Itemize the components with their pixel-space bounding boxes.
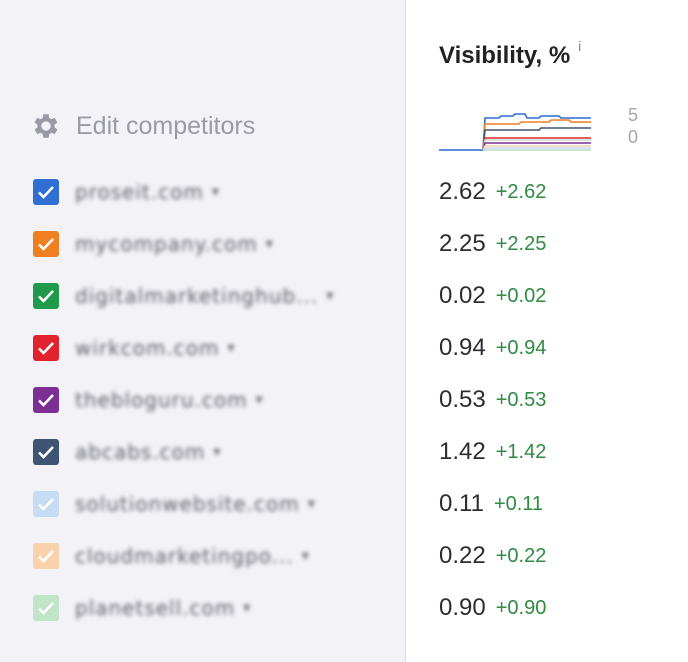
competitor-checkbox[interactable] [33, 283, 59, 309]
axis-bottom-label: 0 [628, 127, 639, 147]
visibility-row: 0.22 +0.22 [406, 530, 688, 582]
checkmark-icon [38, 498, 54, 511]
axis-top-label: 5 [628, 105, 639, 125]
chevron-down-icon: ▾ [301, 548, 310, 564]
visibility-header[interactable]: Visibility, % i [439, 38, 581, 70]
visibility-row: 0.53 +0.53 [406, 374, 688, 426]
competitor-row: cloudmarketingpo... ▾ [0, 530, 405, 582]
visibility-row: 1.42 +1.42 [406, 426, 688, 478]
competitor-checkbox[interactable] [33, 231, 59, 257]
competitor-domain: planetsell.com [75, 596, 236, 620]
visibility-header-label: Visibility, % [439, 42, 571, 69]
sparkline-axis: 5 0 [628, 104, 638, 148]
visibility-delta: +0.02 [495, 284, 547, 307]
competitor-checkbox[interactable] [33, 491, 59, 517]
competitor-domain: thebloguru.com [75, 388, 248, 412]
info-icon[interactable]: i [578, 38, 581, 54]
visibility-sparkline [439, 113, 591, 151]
visibility-delta: +2.25 [495, 232, 547, 255]
competitor-row: mycompany.com ▾ [0, 218, 405, 270]
visibility-value: 1.42 [439, 438, 486, 465]
competitor-row: thebloguru.com ▾ [0, 374, 405, 426]
competitor-domain: cloudmarketingpo... [75, 544, 294, 568]
edit-competitors-button[interactable]: Edit competitors [30, 110, 255, 142]
visibility-delta: +0.94 [495, 336, 547, 359]
visibility-value: 0.22 [439, 542, 486, 569]
competitor-domain-menu[interactable]: proseit.com ▾ [75, 180, 220, 204]
checkmark-icon [38, 290, 54, 303]
competitor-row: abcabs.com ▾ [0, 426, 405, 478]
competitor-checkbox[interactable] [33, 179, 59, 205]
competitor-domain-menu[interactable]: wirkcom.com ▾ [75, 336, 236, 360]
competitor-domain: proseit.com [75, 180, 204, 204]
checkmark-icon [38, 342, 54, 355]
edit-competitors-label: Edit competitors [76, 111, 256, 140]
visibility-value: 0.11 [439, 490, 484, 517]
competitor-domain-menu[interactable]: digitalmarketinghub... ▾ [75, 284, 335, 308]
visibility-delta: +0.53 [495, 388, 547, 411]
checkmark-icon [38, 186, 54, 199]
visibility-row: 0.02 +0.02 [406, 270, 688, 322]
visibility-row: 0.90 +0.90 [406, 582, 688, 634]
visibility-value: 2.25 [439, 230, 486, 257]
competitor-domain-menu[interactable]: cloudmarketingpo... ▾ [75, 544, 310, 568]
competitor-domain-menu[interactable]: thebloguru.com ▾ [75, 388, 264, 412]
competitor-checkbox[interactable] [33, 335, 59, 361]
visibility-delta: +0.22 [495, 544, 547, 567]
visibility-row: 2.62 +2.62 [406, 166, 688, 218]
visibility-delta: +0.90 [495, 596, 547, 619]
visibility-value: 0.02 [439, 282, 486, 309]
chevron-down-icon: ▾ [243, 600, 252, 616]
gear-icon [30, 110, 62, 142]
competitor-checkbox[interactable] [33, 387, 59, 413]
competitors-panel: Edit competitors proseit.com ▾ mycompany.… [0, 0, 406, 662]
competitor-domain: solutionwebsite.com [75, 492, 300, 516]
checkmark-icon [38, 602, 54, 615]
competitor-domain: abcabs.com [75, 440, 206, 464]
competitor-domain: mycompany.com [75, 232, 258, 256]
checkmark-icon [38, 394, 54, 407]
competitor-checkbox[interactable] [33, 439, 59, 465]
competitor-row: solutionwebsite.com ▾ [0, 478, 405, 530]
visibility-value: 0.94 [439, 334, 486, 361]
chevron-down-icon: ▾ [211, 184, 220, 200]
visibility-row: 0.94 +0.94 [406, 322, 688, 374]
visibility-values: 2.62 +2.62 2.25 +2.25 0.02 +0.02 0.94 +0.94 … [406, 166, 688, 634]
visibility-value: 0.90 [439, 594, 486, 621]
competitor-domain-menu[interactable]: mycompany.com ▾ [75, 232, 274, 256]
checkmark-icon [38, 446, 54, 459]
competitor-row: proseit.com ▾ [0, 166, 405, 218]
chevron-down-icon: ▾ [326, 288, 335, 304]
visibility-value: 2.62 [439, 178, 486, 205]
visibility-delta: +2.62 [495, 180, 547, 203]
competitor-checkbox[interactable] [33, 595, 59, 621]
chevron-down-icon: ▾ [213, 444, 222, 460]
visibility-delta: +0.11 [493, 492, 544, 515]
visibility-value: 0.53 [439, 386, 486, 413]
competitor-domain-menu[interactable]: solutionwebsite.com ▾ [75, 492, 316, 516]
checkmark-icon [38, 550, 54, 563]
chevron-down-icon: ▾ [255, 392, 264, 408]
checkmark-icon [38, 238, 54, 251]
competitor-row: wirkcom.com ▾ [0, 322, 405, 374]
competitor-checkbox[interactable] [33, 543, 59, 569]
competitor-domain: wirkcom.com [75, 336, 220, 360]
competitor-row: digitalmarketinghub... ▾ [0, 270, 405, 322]
competitor-list: proseit.com ▾ mycompany.com ▾ digitalmarke… [0, 166, 405, 634]
visibility-column: Visibility, % i 5 0 2.62 +2.62 2.25 +2.25 … [406, 0, 688, 662]
visibility-row: 0.11 +0.11 [406, 478, 688, 530]
chevron-down-icon: ▾ [265, 236, 274, 252]
visibility-row: 2.25 +2.25 [406, 218, 688, 270]
chevron-down-icon: ▾ [227, 340, 236, 356]
competitor-row: planetsell.com ▾ [0, 582, 405, 634]
competitor-domain-menu[interactable]: planetsell.com ▾ [75, 596, 252, 620]
visibility-delta: +1.42 [495, 440, 547, 463]
chevron-down-icon: ▾ [307, 496, 316, 512]
competitor-domain: digitalmarketinghub... [75, 284, 319, 308]
competitor-domain-menu[interactable]: abcabs.com ▾ [75, 440, 222, 464]
